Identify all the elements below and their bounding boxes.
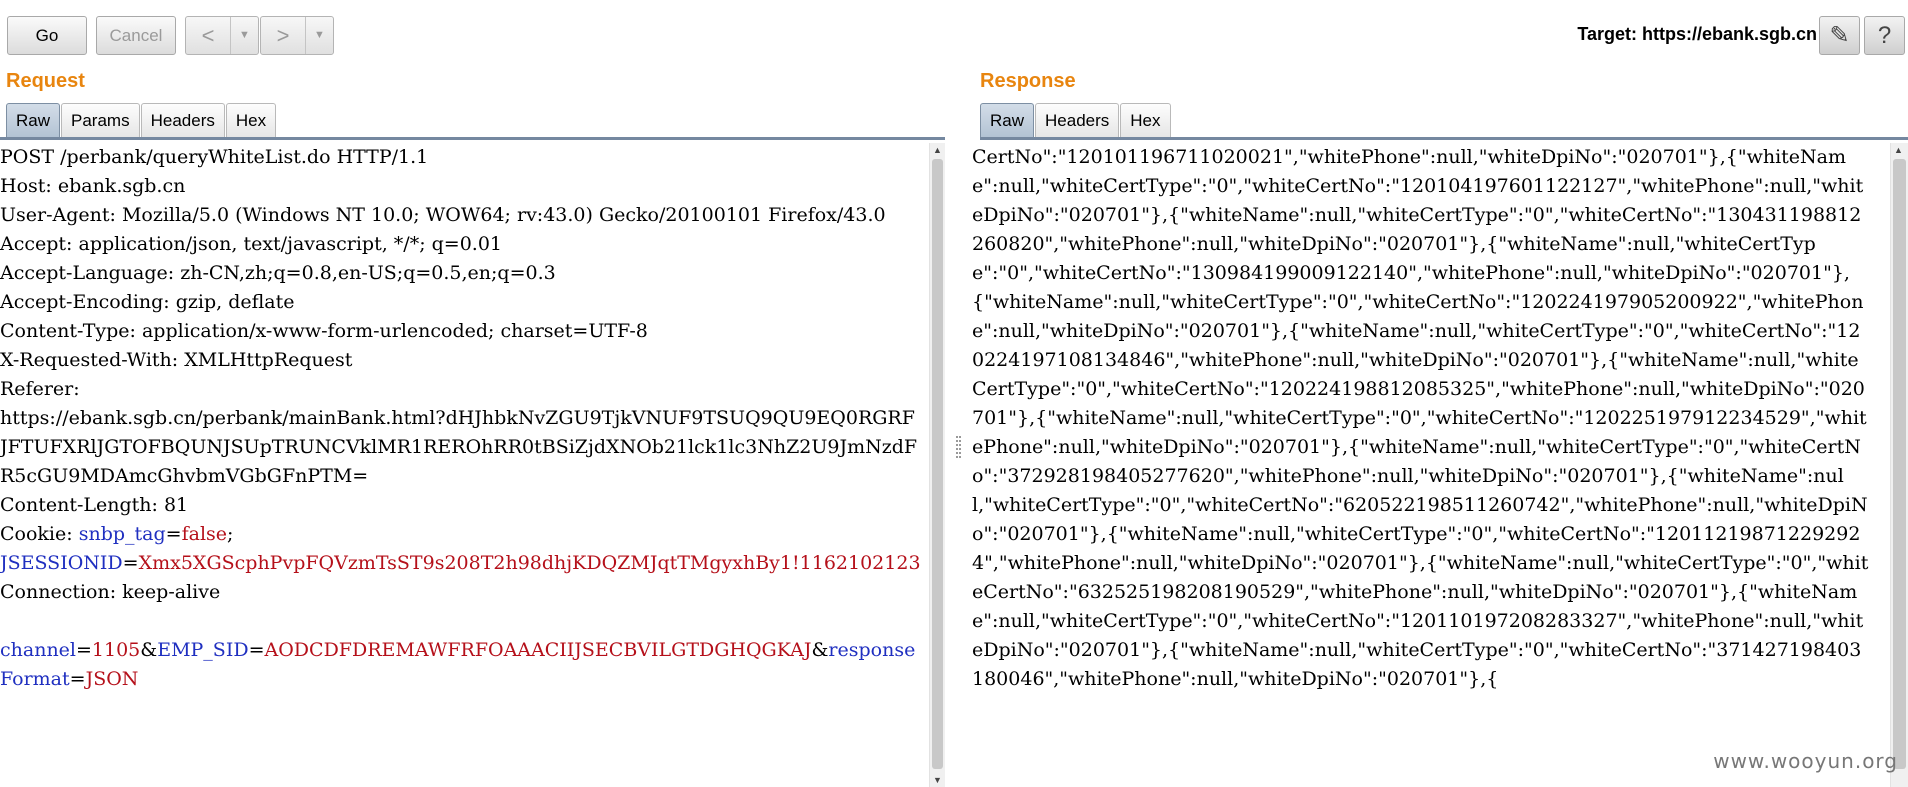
body-param-key: channel: [0, 639, 76, 661]
request-panel-title: Request: [6, 70, 85, 92]
response-scroll-thumb[interactable]: [1893, 159, 1906, 769]
response-scrollbar[interactable]: ▲: [1890, 143, 1908, 787]
request-line: POST /perbank/queryWhiteList.do HTTP/1.1: [0, 146, 429, 168]
request-tab-rule: [0, 137, 945, 140]
forward-button[interactable]: > ▼: [260, 16, 334, 55]
request-scroll-thumb[interactable]: [932, 159, 943, 769]
cookie-key: snbp_tag: [78, 523, 166, 545]
cookie-key: JSESSIONID: [0, 552, 123, 574]
go-button[interactable]: Go: [7, 16, 87, 55]
header-line: Referer:: [0, 378, 80, 400]
pencil-icon: ✎: [1829, 22, 1850, 49]
cancel-button[interactable]: Cancel: [96, 16, 176, 55]
separator: ;: [227, 523, 234, 545]
edit-target-button[interactable]: ✎: [1819, 16, 1860, 55]
equals: =: [248, 639, 265, 661]
history-dropdown-icon[interactable]: ▼: [230, 17, 258, 54]
scroll-up-icon[interactable]: ▲: [933, 145, 942, 155]
request-scrollbar[interactable]: ▲ ▼: [929, 143, 945, 787]
header-line: X-Requested-With: XMLHttpRequest: [0, 349, 353, 371]
split-pane-divider[interactable]: [956, 436, 961, 458]
response-tab-headers[interactable]: Headers: [1035, 103, 1120, 137]
body-param-value: AODCDFDREMAWFRFOAAACIIJSECBVILGTDGHQGKAJ: [264, 639, 812, 661]
header-line: Connection: keep-alive: [0, 581, 221, 603]
request-tab-raw[interactable]: Raw: [6, 103, 61, 137]
header-line: Content-Type: application/x-www-form-url…: [0, 320, 648, 342]
watermark: www.wooyun.org: [1713, 749, 1898, 773]
response-tab-rule: [980, 137, 1908, 140]
scroll-up-icon[interactable]: ▲: [1894, 145, 1903, 155]
header-line: Accept-Language: zh-CN,zh;q=0.8,en-US;q=…: [0, 262, 556, 284]
target-label: Target: https://ebank.sgb.cn: [1577, 24, 1817, 44]
equals: =: [122, 552, 139, 574]
history-dropdown-icon[interactable]: ▼: [305, 17, 333, 54]
header-line: Accept: application/json, text/javascrip…: [0, 233, 503, 255]
request-tabs: Raw Params Headers Hex: [6, 103, 277, 137]
body-param-value: JSON: [85, 668, 139, 690]
request-tab-headers[interactable]: Headers: [140, 103, 225, 137]
back-button[interactable]: < ▼: [185, 16, 259, 55]
equals: =: [69, 668, 86, 690]
header-line: Content-Length: 81: [0, 494, 189, 516]
cookie-value: Xmx5XGScphPvpFQVzmTsST9s208T2h98dhjKDQZM…: [138, 552, 921, 574]
body-param-value: 1105: [91, 639, 141, 661]
chevron-right-icon: >: [276, 23, 290, 48]
referer-url: https://ebank.sgb.cn/perbank/mainBank.ht…: [0, 407, 918, 487]
response-panel-title: Response: [980, 70, 1076, 92]
response-raw-editor[interactable]: CertNo":"120101196711020021","whitePhone…: [972, 143, 1870, 787]
scroll-down-icon[interactable]: ▼: [933, 775, 942, 785]
ampersand: &: [140, 639, 158, 661]
help-button[interactable]: ?: [1864, 16, 1905, 55]
cookie-label: Cookie:: [0, 523, 79, 545]
chevron-left-icon: <: [201, 23, 215, 48]
help-icon: ?: [1877, 21, 1892, 49]
equals: =: [165, 523, 182, 545]
request-tab-hex[interactable]: Hex: [225, 103, 277, 137]
body-param-key: EMP_SID: [157, 639, 249, 661]
response-tabs: Raw Headers Hex: [980, 103, 1172, 137]
ampersand: &: [811, 639, 829, 661]
header-line: User-Agent: Mozilla/5.0 (Windows NT 10.0…: [0, 204, 886, 226]
response-tab-raw[interactable]: Raw: [980, 103, 1035, 137]
cookie-value: false: [181, 523, 228, 545]
header-line: Accept-Encoding: gzip, deflate: [0, 291, 295, 313]
response-tab-hex[interactable]: Hex: [1120, 103, 1171, 137]
header-line: Host: ebank.sgb.cn: [0, 175, 186, 197]
request-tab-params[interactable]: Params: [61, 103, 140, 137]
equals: =: [76, 639, 92, 661]
request-raw-editor[interactable]: POST /perbank/queryWhiteList.do HTTP/1.1…: [0, 143, 922, 787]
